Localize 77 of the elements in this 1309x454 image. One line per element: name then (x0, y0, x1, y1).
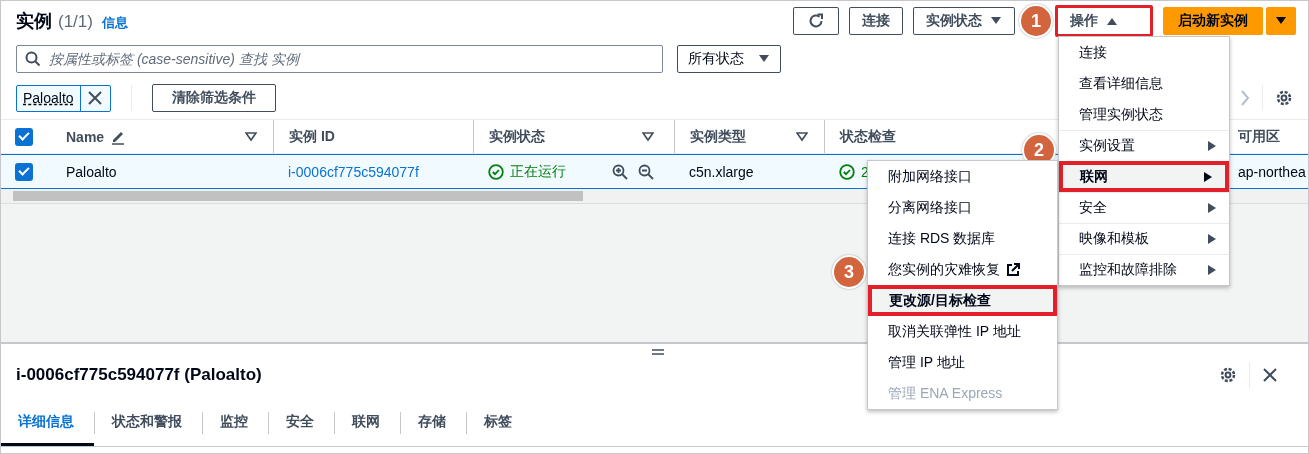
menu-item: 管理 ENA Express (887, 383, 1004, 403)
menu-item[interactable]: 更改源/目标检查 (868, 285, 1057, 316)
filter-icon[interactable] (796, 131, 808, 142)
column-label: 状态检查 (840, 127, 896, 146)
column-label: Name (66, 128, 105, 145)
step-number-badge: 1 (1019, 4, 1053, 38)
menu-item[interactable]: 监控和故障排除 (1059, 254, 1229, 285)
menu-item[interactable]: 分离网络接口 (868, 192, 1057, 223)
filter-icon[interactable] (245, 131, 257, 142)
table-cell: c5n.xlarge (689, 163, 754, 180)
menu-item[interactable]: 连接 RDS 数据库 (868, 223, 1057, 254)
caret-down-icon (990, 16, 1002, 26)
refresh-icon (807, 12, 825, 30)
scrollbar-thumb[interactable] (13, 191, 583, 201)
caret-right-icon (1207, 140, 1217, 152)
details-tab[interactable]: 状态和警报 (95, 400, 202, 446)
caret-up-icon (1106, 16, 1118, 26)
state-filter-select[interactable]: 所有状态 (677, 45, 781, 73)
caret-right-icon (1207, 264, 1217, 276)
column-label: 可用区 (1238, 127, 1280, 146)
dropdown-button[interactable]: 操作 (1055, 5, 1153, 37)
search-icon (25, 51, 41, 67)
launch-options-button[interactable] (1266, 7, 1296, 35)
details-title: i-0006cf775c594077f (Paloalto) (16, 365, 262, 385)
close-icon (88, 91, 103, 105)
check-circle-icon (488, 163, 504, 180)
column-header[interactable]: Name (51, 120, 273, 153)
instance-count: (1/1) (58, 12, 93, 32)
filter-icon[interactable] (642, 131, 654, 142)
column-header[interactable]: 实例类型 (674, 120, 824, 153)
resize-handle-icon[interactable] (652, 348, 664, 356)
details-tab[interactable]: 标签 (467, 400, 532, 446)
details-tab[interactable]: 联网 (335, 400, 400, 446)
column-label: 实例状态 (489, 127, 545, 146)
column-header[interactable]: 实例状态 (473, 120, 674, 153)
filter-token: Paloalto (22, 88, 75, 108)
zoom-out-icon[interactable] (638, 163, 654, 180)
details-tab[interactable]: 安全 (269, 400, 334, 446)
menu-item[interactable]: 管理 IP 地址 (868, 347, 1057, 378)
connect-button[interactable]: 连接 (849, 7, 903, 35)
column-header[interactable]: 实例 ID (273, 120, 473, 153)
settings-icon[interactable] (1275, 89, 1293, 107)
caret-right-icon (1207, 202, 1217, 214)
dropdown-button[interactable]: 实例状态 (913, 7, 1015, 35)
clear-filters-button[interactable]: 清除筛选条件 (151, 84, 276, 112)
menu-item[interactable]: 联网 (1059, 161, 1229, 192)
zoom-in-icon[interactable] (612, 163, 628, 180)
caret-down-icon (758, 54, 770, 64)
menu-item[interactable]: 安全 (1059, 192, 1229, 223)
launch-instance-button[interactable]: 启动新实例 (1163, 7, 1263, 35)
info-link[interactable]: 信息 (101, 14, 128, 32)
refresh-button[interactable] (793, 7, 839, 35)
column-label: 实例 ID (289, 127, 335, 146)
select-all-checkbox[interactable] (15, 127, 33, 146)
close-icon[interactable] (1262, 367, 1278, 383)
caret-right-icon (1203, 170, 1213, 183)
table-cell: ap-northea (1238, 163, 1306, 180)
menu-item[interactable]: 查看详细信息 (1059, 68, 1229, 99)
details-tab[interactable]: 监控 (203, 400, 268, 446)
details-tab[interactable]: 存储 (401, 400, 466, 446)
search-field[interactable]: 按属性或标签 (case-sensitive) 查找 实例 (16, 45, 663, 73)
settings-icon[interactable] (1219, 366, 1237, 384)
details-tab[interactable]: 详细信息 (1, 400, 94, 446)
external-link-icon (1006, 262, 1020, 277)
caret-down-icon (1275, 16, 1287, 26)
status-text: 正在运行 (510, 162, 566, 181)
table-cell: Paloalto (66, 163, 117, 180)
menu-item[interactable]: 取消关联弹性 IP 地址 (868, 316, 1057, 347)
instance-id-link[interactable]: i-0006cf775c594077f (288, 163, 419, 180)
row-checkbox[interactable] (15, 162, 33, 181)
check-circle-icon (839, 163, 855, 180)
page-title: 实例 (16, 10, 52, 33)
caret-right-icon (1207, 233, 1217, 245)
menu-item[interactable]: 连接 (1059, 37, 1229, 68)
column-label: 实例类型 (690, 127, 746, 146)
menu-item[interactable]: 您实例的灾难恢复 (868, 254, 1057, 285)
menu-item[interactable]: 映像和模板 (1059, 223, 1229, 254)
